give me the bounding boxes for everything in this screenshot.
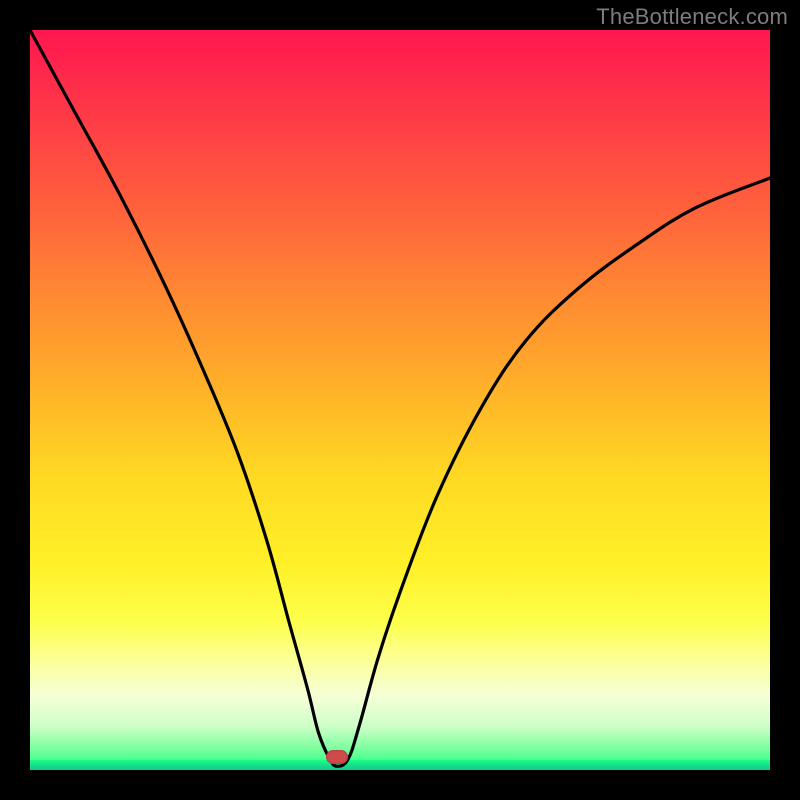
curve-path	[30, 30, 770, 766]
optimum-marker	[326, 750, 348, 764]
watermark-text: TheBottleneck.com	[596, 4, 788, 30]
plot-area	[30, 30, 770, 770]
chart-frame: TheBottleneck.com	[0, 0, 800, 800]
bottleneck-curve	[30, 30, 770, 770]
